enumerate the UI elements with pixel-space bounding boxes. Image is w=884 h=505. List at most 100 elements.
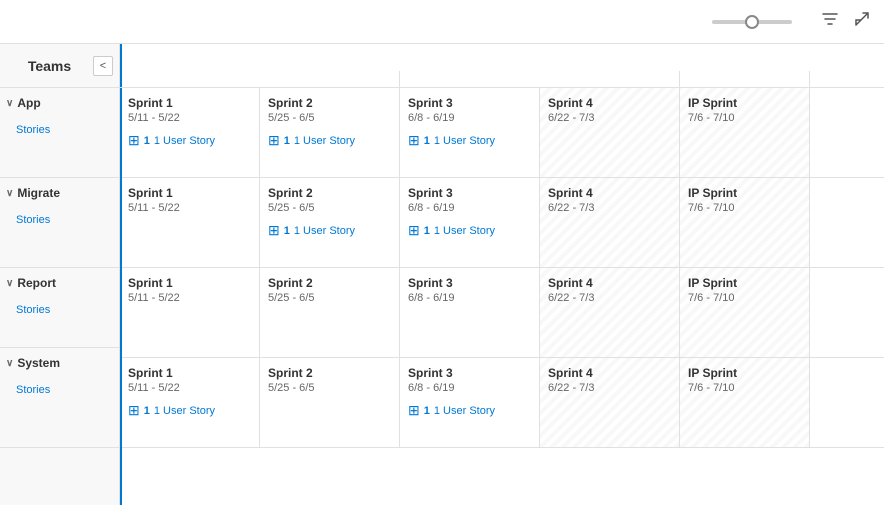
sidebar-section-migrate: ∨ Migrate Stories [0, 178, 119, 268]
story-label[interactable]: 1 User Story [294, 135, 355, 147]
sprint-story[interactable]: ⊞ 1 1 User Story [128, 402, 251, 419]
sprint-name: IP Sprint [688, 96, 801, 110]
sprint-name: Sprint 3 [408, 186, 531, 200]
story-count: 1 [144, 405, 150, 417]
story-label[interactable]: 1 User Story [154, 405, 215, 417]
sidebar-team-app[interactable]: ∨ App [0, 88, 119, 118]
sprint-cell-report-4: IP Sprint 7/6 - 7/10 [680, 268, 810, 357]
sprint-name: Sprint 3 [408, 366, 531, 380]
teams-title: Teams [28, 58, 71, 74]
sprint-dates: 5/25 - 6/5 [268, 292, 391, 304]
sprint-dates: 5/11 - 5/22 [128, 292, 251, 304]
story-label[interactable]: 1 User Story [434, 405, 495, 417]
sidebar-team-migrate[interactable]: ∨ Migrate [0, 178, 119, 208]
today-line-row [120, 268, 122, 357]
sidebar-teams: ∨ App Stories ∨ Migrate Stories ∨ Report… [0, 88, 119, 448]
sidebar-team-system[interactable]: ∨ System [0, 348, 119, 378]
sprint-cell-app-1: Sprint 2 5/25 - 6/5 ⊞ 1 1 User Story [260, 88, 400, 177]
story-label[interactable]: 1 User Story [434, 135, 495, 147]
sprint-story[interactable]: ⊞ 1 1 User Story [268, 222, 391, 239]
sprint-name: Sprint 4 [548, 276, 671, 290]
sidebar-team-report[interactable]: ∨ Report [0, 268, 119, 298]
story-label[interactable]: 1 User Story [294, 225, 355, 237]
team-chevron: ∨ [6, 278, 13, 289]
story-count: 1 [144, 135, 150, 147]
story-icon: ⊞ [408, 132, 420, 149]
sprint-dates: 6/22 - 7/3 [548, 202, 671, 214]
sprint-story[interactable]: ⊞ 1 1 User Story [408, 132, 531, 149]
story-icon: ⊞ [408, 402, 420, 419]
story-icon: ⊞ [128, 402, 140, 419]
sprint-cell-app-4: IP Sprint 7/6 - 7/10 [680, 88, 810, 177]
sprint-cell-system-2: Sprint 3 6/8 - 6/19 ⊞ 1 1 User Story [400, 358, 540, 447]
sprint-story[interactable]: ⊞ 1 1 User Story [128, 132, 251, 149]
today-line-row [120, 358, 122, 447]
main-area: Teams < ∨ App Stories ∨ Migrate Stories … [0, 44, 884, 505]
sprint-cell-migrate-3: Sprint 4 6/22 - 7/3 [540, 178, 680, 267]
sprint-name: Sprint 1 [128, 366, 251, 380]
sidebar-stories-report: Stories [0, 298, 119, 324]
sprint-cell-system-1: Sprint 2 5/25 - 6/5 [260, 358, 400, 447]
grid-container: Sprint 1 5/11 - 5/22 ⊞ 1 1 User Story Sp… [120, 88, 884, 505]
story-label[interactable]: 1 User Story [154, 135, 215, 147]
sprint-dates: 5/11 - 5/22 [128, 202, 251, 214]
sidebar-stories-migrate: Stories [0, 208, 119, 234]
team-row-system: Sprint 1 5/11 - 5/22 ⊞ 1 1 User Story Sp… [120, 358, 884, 448]
stories-link-report[interactable]: Stories [16, 304, 50, 316]
team-name: Migrate [17, 186, 60, 200]
header-right [712, 9, 872, 34]
today-line-row [120, 88, 122, 177]
expand-button[interactable] [852, 9, 872, 34]
sprint-dates: 7/6 - 7/10 [688, 202, 801, 214]
sprint-name: Sprint 1 [128, 96, 251, 110]
sprint-cell-report-3: Sprint 4 6/22 - 7/3 [540, 268, 680, 357]
sprint-story[interactable]: ⊞ 1 1 User Story [268, 132, 391, 149]
story-count: 1 [284, 135, 290, 147]
sprint-dates: 5/25 - 6/5 [268, 382, 391, 394]
sprint-name: Sprint 4 [548, 186, 671, 200]
story-icon: ⊞ [268, 222, 280, 239]
sidebar-stories-system: Stories [0, 378, 119, 404]
sprint-name: IP Sprint [688, 366, 801, 380]
sprint-dates: 6/8 - 6/19 [408, 202, 531, 214]
stories-link-app[interactable]: Stories [16, 124, 50, 136]
zoom-slider[interactable] [712, 20, 792, 24]
today-line-row [120, 178, 122, 267]
sprint-dates: 6/8 - 6/19 [408, 112, 531, 124]
filter-icon [822, 11, 838, 27]
sprint-dates: 7/6 - 7/10 [688, 382, 801, 394]
sprint-cell-app-2: Sprint 3 6/8 - 6/19 ⊞ 1 1 User Story [400, 88, 540, 177]
sprint-name: Sprint 2 [268, 366, 391, 380]
month-july [680, 71, 810, 87]
filter-button[interactable] [820, 9, 840, 34]
sprint-name: Sprint 3 [408, 96, 531, 110]
team-row-app: Sprint 1 5/11 - 5/22 ⊞ 1 1 User Story Sp… [120, 88, 884, 178]
sidebar-section-report: ∨ Report Stories [0, 268, 119, 348]
sprint-cell-migrate-0: Sprint 1 5/11 - 5/22 [120, 178, 260, 267]
sprint-name: Sprint 1 [128, 276, 251, 290]
sprint-story[interactable]: ⊞ 1 1 User Story [408, 402, 531, 419]
story-count: 1 [424, 405, 430, 417]
today-line-header [120, 44, 122, 87]
sprint-dates: 5/11 - 5/22 [128, 112, 251, 124]
sprint-dates: 6/22 - 7/3 [548, 112, 671, 124]
stories-link-system[interactable]: Stories [16, 384, 50, 396]
zoom-slider-container [712, 20, 792, 24]
sprint-cell-system-4: IP Sprint 7/6 - 7/10 [680, 358, 810, 447]
team-chevron: ∨ [6, 98, 13, 109]
sidebar: Teams < ∨ App Stories ∨ Migrate Stories … [0, 44, 120, 505]
sidebar-section-app: ∨ App Stories [0, 88, 119, 178]
sprint-name: Sprint 2 [268, 96, 391, 110]
story-label[interactable]: 1 User Story [434, 225, 495, 237]
story-count: 1 [424, 225, 430, 237]
stories-link-migrate[interactable]: Stories [16, 214, 50, 226]
sprint-dates: 6/8 - 6/19 [408, 292, 531, 304]
collapse-sidebar-button[interactable]: < [93, 56, 113, 76]
sprint-name: IP Sprint [688, 276, 801, 290]
settings-button[interactable] [804, 20, 808, 24]
sprint-cell-migrate-4: IP Sprint 7/6 - 7/10 [680, 178, 810, 267]
sprint-name: IP Sprint [688, 186, 801, 200]
sprint-story[interactable]: ⊞ 1 1 User Story [408, 222, 531, 239]
sidebar-section-system: ∨ System Stories [0, 348, 119, 448]
app-header [0, 0, 884, 44]
